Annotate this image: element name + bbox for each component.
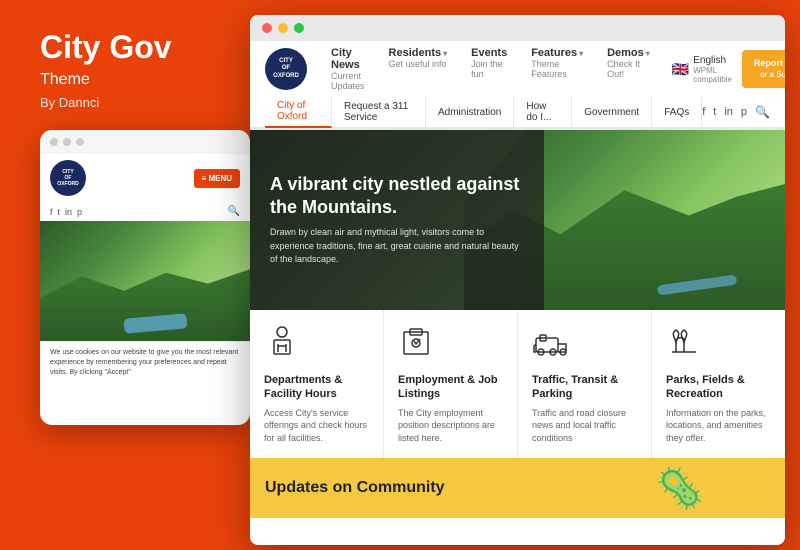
sec-nav-311[interactable]: Request a 311 Service xyxy=(332,96,426,128)
flag-icon: 🇬🇧 xyxy=(672,61,689,78)
employment-icon xyxy=(398,324,503,365)
parks-icon xyxy=(666,324,771,365)
mobile-header: CITYOFOXFORD ≡ MENU xyxy=(40,154,250,202)
sec-nav-how-do-i[interactable]: How do I... xyxy=(514,96,572,128)
nav-residents[interactable]: Residents ▾ Get useful info xyxy=(377,42,460,96)
hero-overlay: A vibrant city nestled against the Mount… xyxy=(250,130,544,310)
sec-nav-government[interactable]: Government xyxy=(572,96,652,128)
sec-twitter-icon[interactable]: t xyxy=(713,106,716,118)
site-nav-top: CITYOFOXFORD City News Current Updates R… xyxy=(250,41,785,97)
nav-city-news[interactable]: City News Current Updates xyxy=(319,42,377,96)
mobile-mockup: CITYOFOXFORD ≡ MENU f t in p 🔍 We use co… xyxy=(40,130,250,425)
parks-desc: Information on the parks, locations, and… xyxy=(666,407,771,445)
site-header: CITYOFOXFORD City News Current Updates R… xyxy=(250,41,785,130)
sec-nav-city-of-oxford[interactable]: City of Oxford xyxy=(265,96,332,128)
browser-close-dot[interactable] xyxy=(262,23,272,33)
mobile-menu-button[interactable]: ≡ MENU xyxy=(194,169,240,188)
language-sub: WPML compatible xyxy=(693,66,732,84)
nav-demos[interactable]: Demos ▾ Check It Out! xyxy=(595,42,662,96)
sec-search-icon[interactable]: 🔍 xyxy=(755,105,770,119)
site-hero: A vibrant city nestled against the Mount… xyxy=(250,130,785,310)
theme-title: City Gov xyxy=(40,30,240,65)
language-selector[interactable]: 🇬🇧 English WPML compatible xyxy=(672,55,732,84)
traffic-title: Traffic, Transit & Parking xyxy=(532,373,637,402)
site-logo: CITYOFOXFORD xyxy=(265,48,307,90)
service-employment[interactable]: Employment & Job Listings The City emplo… xyxy=(384,310,518,458)
virus-icon: 🦠 xyxy=(655,465,705,512)
departments-title: Departments & Facility Hours xyxy=(264,373,369,402)
theme-subtitle: Theme xyxy=(40,71,240,89)
nav-events[interactable]: Events Join the fun xyxy=(459,42,519,96)
mobile-twitter-icon[interactable]: t xyxy=(58,207,61,217)
left-panel: City Gov Theme By Dannci CITYOFOXFORD ≡ … xyxy=(20,0,240,550)
departments-icon xyxy=(264,324,369,365)
report-issue-button[interactable]: Report An Issue or a Suggestion xyxy=(742,50,785,88)
bottom-strip-title: Updates on Community xyxy=(265,479,445,497)
mobile-dot-yellow xyxy=(63,138,71,146)
mobile-cookie-notice: We use cookies on our website to give yo… xyxy=(40,341,250,383)
bottom-strip: Updates on Community 🦠 xyxy=(250,458,785,518)
service-departments[interactable]: Departments & Facility Hours Access City… xyxy=(250,310,384,458)
mobile-pinterest-icon[interactable]: p xyxy=(77,207,82,217)
mobile-dot-red xyxy=(50,138,58,146)
browser-titlebar xyxy=(250,15,785,41)
services-row: Departments & Facility Hours Access City… xyxy=(250,310,785,458)
browser-minimize-dot[interactable] xyxy=(278,23,288,33)
hero-description: Drawn by clean air and mythical light, v… xyxy=(270,226,524,267)
mobile-facebook-icon[interactable]: f xyxy=(50,207,53,217)
hero-title: A vibrant city nestled against the Mount… xyxy=(270,173,524,218)
sec-instagram-icon[interactable]: in xyxy=(724,106,733,118)
departments-desc: Access City's service offerings and chec… xyxy=(264,407,369,445)
parks-title: Parks, Fields & Recreation xyxy=(666,373,771,402)
service-parks[interactable]: Parks, Fields & Recreation Information o… xyxy=(652,310,785,458)
browser-mockup: CITYOFOXFORD City News Current Updates R… xyxy=(250,15,785,545)
sec-facebook-icon[interactable]: f xyxy=(702,106,705,118)
mobile-hero-image xyxy=(40,221,250,341)
site-nav-items: City News Current Updates Residents ▾ Ge… xyxy=(319,42,662,96)
mobile-logo: CITYOFOXFORD xyxy=(50,160,86,196)
browser-maximize-dot[interactable] xyxy=(294,23,304,33)
traffic-desc: Traffic and road closure news and local … xyxy=(532,407,637,445)
service-traffic[interactable]: Traffic, Transit & Parking Traffic and r… xyxy=(518,310,652,458)
mobile-titlebar xyxy=(40,130,250,154)
nav-features[interactable]: Features ▾ Theme Features xyxy=(519,42,595,96)
theme-by: By Dannci xyxy=(40,95,240,110)
mobile-search-icon[interactable]: 🔍 xyxy=(228,206,240,217)
mobile-social-bar: f t in p 🔍 xyxy=(40,202,250,221)
mobile-dot-green xyxy=(76,138,84,146)
sec-pinterest-icon[interactable]: p xyxy=(741,106,747,118)
sec-nav-social: f t in p 🔍 xyxy=(702,105,770,119)
mobile-instagram-icon[interactable]: in xyxy=(65,207,72,217)
language-label: English xyxy=(693,55,732,66)
sec-nav-faqs[interactable]: FAQs xyxy=(652,96,702,128)
site-nav-secondary: City of Oxford Request a 311 Service Adm… xyxy=(250,97,785,129)
employment-desc: The City employment position description… xyxy=(398,407,503,445)
sec-nav-administration[interactable]: Administration xyxy=(426,96,514,128)
traffic-icon xyxy=(532,324,637,365)
employment-title: Employment & Job Listings xyxy=(398,373,503,402)
